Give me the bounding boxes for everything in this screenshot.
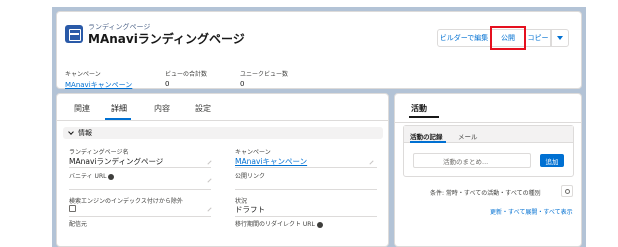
- field-divider: [235, 216, 377, 217]
- vanity-url-label-text: バニティ URL: [69, 173, 107, 180]
- gear-icon: [564, 188, 570, 194]
- field-label-name: ランディングページ名: [69, 149, 129, 156]
- tab-log-activity[interactable]: 活動の記録: [410, 131, 443, 141]
- edit-pencil-icon[interactable]: [207, 207, 212, 212]
- landing-page-icon: [65, 25, 83, 43]
- edit-pencil-icon[interactable]: [207, 178, 212, 183]
- field-divider: [69, 216, 211, 217]
- redirect-url-label-text: 移行期間のリダイレクト URL: [235, 221, 315, 228]
- edit-in-builder-button[interactable]: ビルダーで編集: [437, 29, 491, 47]
- tab-details[interactable]: 詳細: [111, 103, 127, 114]
- more-actions-button[interactable]: [551, 29, 569, 47]
- highlight-value-campaign[interactable]: MAnaviキャンペーン: [65, 80, 132, 90]
- publish-highlight-box: [490, 26, 526, 50]
- details-card: 関連 詳細 内容 設定 情報 ランディングページ名 MAnaviランディングペー…: [56, 93, 389, 247]
- info-icon[interactable]: [316, 221, 323, 228]
- record-header: ランディングページ MAnaviランディングページ ビルダーで編集 公開 コピー…: [56, 11, 582, 89]
- record-tabs: 関連 詳細 内容 設定: [57, 94, 388, 121]
- activity-title: 活動: [411, 104, 427, 113]
- highlight-label-total-views: ビューの合計数: [165, 71, 208, 78]
- field-value-name: MAnaviランディングページ: [69, 157, 164, 166]
- refresh-expand-links[interactable]: 更新・すべて展開・すべて表示: [490, 207, 573, 216]
- field-label-source: 配信元: [69, 221, 88, 228]
- active-activity-tab-indicator: [410, 141, 446, 143]
- highlight-label-campaign: キャンペーン: [65, 71, 101, 78]
- exclude-indexing-checkbox[interactable]: [69, 205, 76, 212]
- activity-composer: 活動の記録 メール 活動のまとめ... 追加: [403, 125, 574, 177]
- edit-pencil-icon[interactable]: [207, 160, 212, 165]
- activity-tabs: 活動の記録 メール: [404, 126, 573, 143]
- chevron-down-icon: [68, 129, 74, 135]
- field-value-campaign[interactable]: MAnaviキャンペーン: [235, 156, 307, 167]
- activity-card: 活動 活動の記録 メール 活動のまとめ... 追加 条件: 常時・すべての活動・…: [394, 93, 582, 247]
- tab-content[interactable]: 内容: [154, 103, 170, 114]
- copy-button[interactable]: コピー: [525, 29, 551, 47]
- field-label-redirect-url: 移行期間のリダイレクト URL: [235, 219, 323, 228]
- chevron-down-icon: [557, 36, 563, 40]
- field-divider: [69, 189, 211, 190]
- field-divider: [69, 167, 211, 168]
- field-divider: [235, 167, 377, 168]
- field-label-public-link: 公開リンク: [235, 173, 266, 180]
- info-icon[interactable]: [108, 173, 115, 180]
- record-title: MAnaviランディングページ: [88, 32, 245, 46]
- field-value-status: ドラフト: [235, 205, 265, 214]
- edit-pencil-icon[interactable]: [369, 160, 374, 165]
- highlight-label-unique-views: ユニークビュー数: [240, 71, 289, 78]
- tab-related[interactable]: 関連: [74, 103, 90, 114]
- active-tab-indicator: [105, 118, 131, 120]
- section-title: 情報: [78, 129, 92, 137]
- screenshot-stage: ランディングページ MAnaviランディングページ ビルダーで編集 公開 コピー…: [0, 0, 618, 247]
- highlight-value-total-views: 0: [165, 80, 170, 88]
- activity-filter-text: 条件: 常時・すべての活動・すべての種別: [430, 190, 541, 197]
- section-header-info[interactable]: 情報: [63, 127, 383, 139]
- field-label-exclude-indexing: 検索エンジンのインデックス付けから除外: [69, 198, 183, 205]
- highlight-value-unique-views: 0: [240, 80, 245, 88]
- activity-divider: [395, 122, 581, 123]
- field-label-vanity-url: バニティ URL: [69, 171, 115, 180]
- field-label-campaign: キャンペーン: [235, 149, 271, 156]
- tab-settings[interactable]: 設定: [195, 103, 211, 114]
- filter-settings-button[interactable]: [561, 185, 573, 197]
- activity-summary-input[interactable]: 活動のまとめ...: [413, 153, 531, 168]
- activity-title-underline: [409, 116, 439, 118]
- field-divider: [235, 189, 377, 190]
- tab-email[interactable]: メール: [458, 131, 478, 141]
- add-activity-button[interactable]: 追加: [540, 154, 564, 167]
